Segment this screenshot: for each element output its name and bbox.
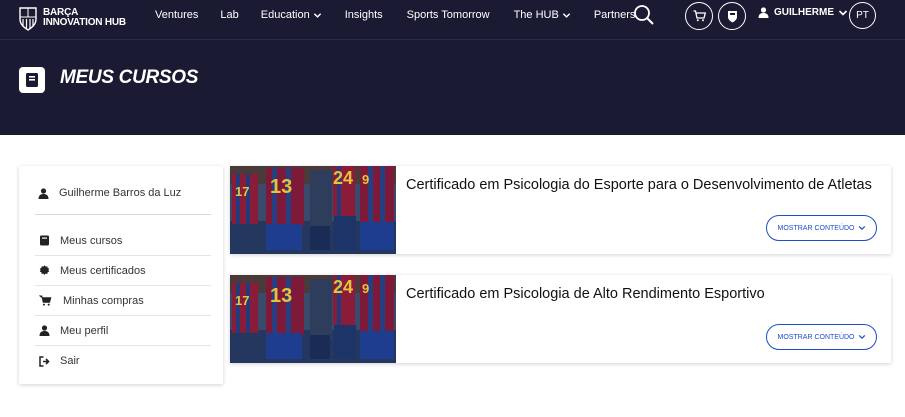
nav-item-label: Lab [220,9,239,21]
logo-text: BARÇA INNOVATION HUB [43,8,126,28]
course-title[interactable]: Certificado em Psicologia do Esporte par… [406,177,872,193]
svg-text:24: 24 [333,168,353,188]
sidebar-item-minhas-compras[interactable]: Minhas compras [35,286,211,316]
course-title[interactable]: Certificado em Psicologia de Alto Rendim… [406,286,765,302]
certificate-icon [39,265,50,275]
sidebar-item-meus-cursos[interactable]: Meus cursos [35,226,211,256]
course-card: 17 13 24 9 Certificado em Psicologia de … [230,275,891,363]
nav-item-partners[interactable]: Partners [594,9,636,21]
barca-shield-button[interactable] [718,2,746,30]
svg-text:9: 9 [362,172,369,187]
user-name: GUILHERME [774,7,834,18]
chevron-down-icon [313,12,321,18]
shield-icon [727,10,737,22]
chevron-down-icon [858,334,865,340]
nav-item-label: Ventures [155,9,199,21]
page-header: MEUS CURSOS [0,40,905,135]
sidebar-item-meus-certificados[interactable]: Meus certificados [35,256,211,286]
svg-text:24: 24 [333,277,353,297]
cart-icon [39,295,52,306]
nav-item-label: Insights [344,9,383,21]
nav-item-lab[interactable]: Lab [220,9,238,21]
sidebar-user: Guilherme Barros da Luz [38,187,181,199]
language-button[interactable]: PT [849,2,876,29]
user-icon [758,7,769,18]
sidebar-user-name: Guilherme Barros da Luz [59,187,182,199]
chevron-down-icon [858,225,865,231]
svg-text:17: 17 [235,293,249,308]
nav-item-label: Education [260,9,310,21]
svg-text:13: 13 [270,285,292,307]
account-sidebar: Guilherme Barros da Luz Meus cursos Meus… [19,166,223,384]
logo-line-2: INNOVATION HUB [43,17,126,28]
sidebar-item-sair[interactable]: Sair [35,346,211,376]
nav-item-label: Sports Tomorrow [406,9,490,21]
nav-item-insights[interactable]: Insights [345,9,383,21]
show-content-label: MOSTRAR CONTEÚDO [777,333,855,341]
sidebar-menu: Meus cursos Meus certificados Minhas com… [35,226,211,376]
barca-innovation-hub-logo[interactable]: BARÇA INNOVATION HUB [18,5,126,31]
sidebar-item-label: Meus certificados [60,264,146,277]
chevron-down-icon [838,9,848,16]
page-title: MEUS CURSOS [60,67,199,88]
user-icon [38,187,49,199]
top-navigation: BARÇA INNOVATION HUB Ventures Lab Educat… [0,0,905,40]
logout-icon [39,355,50,367]
sidebar-item-label: Meu perfil [60,324,109,337]
barca-crest-icon [19,7,37,31]
main-menu: Ventures Lab Education Insights Sports T… [155,0,635,30]
show-content-button[interactable]: MOSTRAR CONTEÚDO [766,324,877,350]
svg-text:9: 9 [362,281,369,296]
svg-text:17: 17 [235,184,249,199]
sidebar-item-meu-perfil[interactable]: Meu perfil [35,316,211,346]
show-content-label: MOSTRAR CONTEÚDO [777,224,855,232]
nav-item-label: The HUB [513,9,559,21]
cart-button[interactable] [685,2,713,30]
user-icon [39,325,50,336]
sidebar-divider [35,214,211,215]
nav-item-label: Partners [593,9,636,21]
book-icon [19,67,45,93]
nav-item-sports-tomorrow[interactable]: Sports Tomorrow [407,9,490,21]
nav-item-the-hub[interactable]: The HUB [514,9,571,21]
sidebar-item-label: Sair [60,355,80,367]
book-icon [40,235,49,246]
nav-item-ventures[interactable]: Ventures [155,9,198,21]
svg-text:13: 13 [270,176,292,198]
sidebar-item-label: Minhas compras [63,294,144,307]
user-menu[interactable]: GUILHERME [758,7,848,18]
sidebar-item-label: Meus cursos [60,234,123,247]
search-icon[interactable] [632,3,656,27]
course-thumbnail[interactable]: 17 13 24 9 [230,275,396,363]
show-content-button[interactable]: MOSTRAR CONTEÚDO [766,215,877,241]
course-card: 17 13 24 9 Certificado em Psicologia do … [230,166,891,254]
chevron-down-icon [562,12,570,18]
cart-icon [693,10,706,22]
nav-item-education[interactable]: Education [261,9,322,21]
course-thumbnail[interactable]: 17 13 24 9 [230,166,396,254]
language-label: PT [856,10,869,21]
